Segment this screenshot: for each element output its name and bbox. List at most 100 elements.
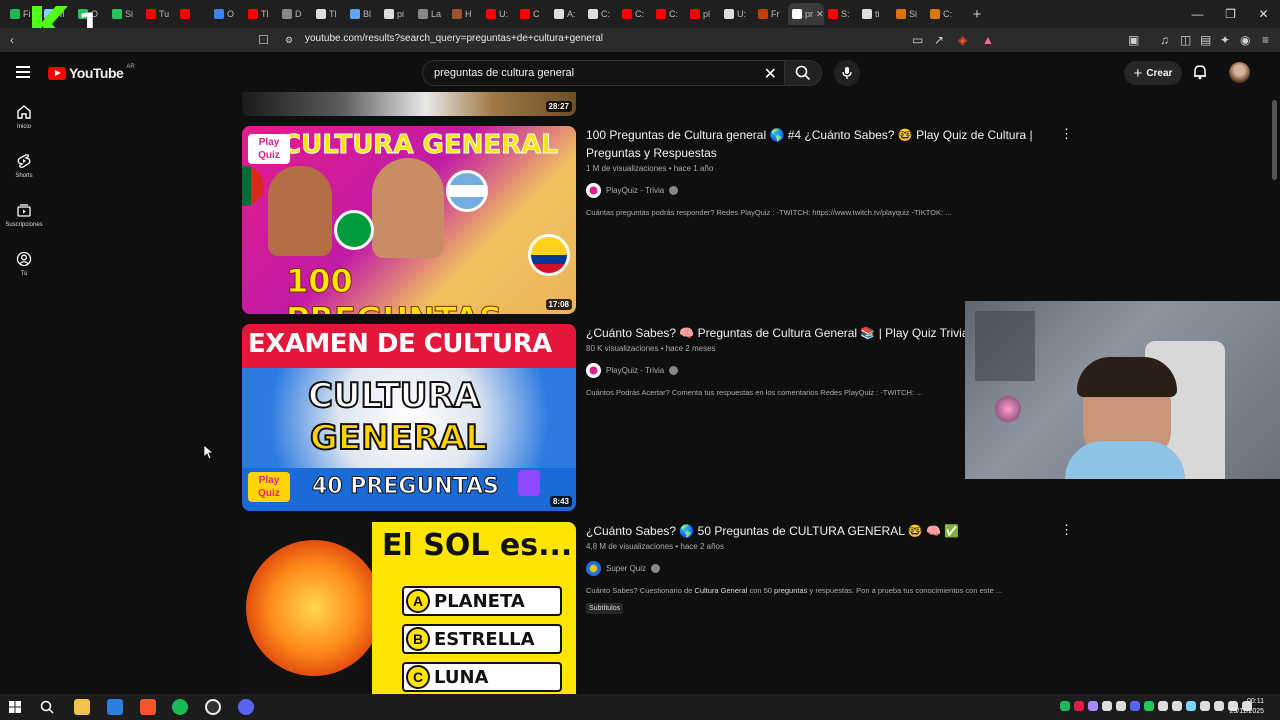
browser-tab[interactable]: C: [618,3,652,25]
hamburger-menu-icon[interactable] [16,66,30,78]
tray-app-icon[interactable] [1116,701,1126,711]
notifications-bell-icon[interactable] [1192,64,1208,80]
video-thumbnail[interactable]: El SOL es... A PLANETA B ESTRELLA C LUNA [242,522,576,694]
browser-tab[interactable]: O [210,3,244,25]
cast-icon[interactable]: ▭ [912,33,923,47]
brave-shield-icon[interactable]: ◈ [958,33,967,47]
tray-app-icon[interactable] [1214,701,1224,711]
voice-search-button[interactable] [834,60,860,86]
new-tab-button[interactable]: + [966,6,988,23]
more-options-icon[interactable]: ⋮ [1060,126,1073,142]
leo-icon[interactable]: ✦ [1220,33,1230,47]
tray-app-icon[interactable] [1172,701,1182,711]
music-icon[interactable]: ♫ [1160,33,1169,47]
tray-app-icon[interactable] [1200,701,1210,711]
video-title[interactable]: ¿Cuánto Sabes? 🌎 50 Preguntas de CULTURA… [586,522,1036,540]
account-avatar[interactable] [1229,62,1250,83]
spotify-icon[interactable] [172,699,188,715]
minimize-button[interactable]: — [1181,0,1214,28]
browser-tab[interactable]: D [278,3,312,25]
youtube-logo[interactable]: YouTube AR [48,64,135,81]
video-thumbnail[interactable]: CULTURA GENERAL Play Quiz 100 PREGUNTAS … [242,126,576,314]
tray-app-icon[interactable] [1074,701,1084,711]
store-icon[interactable] [107,699,123,715]
browser-tab[interactable]: Si [108,3,142,25]
file-explorer-icon[interactable] [74,699,90,715]
video-title[interactable]: 100 Preguntas de Cultura general 🌎 #4 ¿C… [586,126,1036,162]
obs-icon[interactable] [205,699,221,715]
back-icon[interactable]: ‹ [10,33,14,47]
browser-tab[interactable]: U: [720,3,754,25]
browser-tab[interactable]: Tl [312,3,346,25]
bookmark-icon[interactable]: ☐ [258,33,269,47]
play-quiz-badge: Play Quiz [248,472,290,502]
channel-row[interactable]: Super Quiz [586,561,1036,576]
channel-row[interactable]: PlayQuiz - Trivia [586,183,1036,198]
url-text[interactable]: youtube.com/results?search_query=pregunt… [305,33,603,44]
create-button[interactable]: + Crear [1124,61,1182,85]
scrollbar-thumb[interactable] [1272,100,1277,180]
channel-avatar[interactable] [586,561,601,576]
channel-name[interactable]: PlayQuiz - Trivia [606,186,664,195]
video-thumbnail[interactable]: 28:27 [242,92,576,116]
tab-favicon-icon [896,9,906,19]
browser-tab[interactable]: Tl [244,3,278,25]
browser-tab[interactable]: pi [380,3,414,25]
sidebar-item-inicio[interactable]: Inicio [0,92,48,141]
browser-tab[interactable]: C: [926,3,960,25]
share-icon[interactable]: ↗ [934,33,944,47]
tray-app-icon[interactable] [1186,701,1196,711]
browser-tab[interactable]: A: [550,3,584,25]
tray-app-icon[interactable] [1130,701,1140,711]
clear-search-icon[interactable]: ✕ [764,64,777,84]
browser-tab[interactable]: pl [686,3,720,25]
browser-tab[interactable]: C: [652,3,686,25]
browser-tab[interactable]: La [414,3,448,25]
clock[interactable]: 00:11 23/11/2025 [1229,697,1264,717]
browser-tab[interactable]: C: [584,3,618,25]
search-input[interactable]: preguntas de cultura general ✕ [422,60,788,86]
vpn-icon[interactable]: ◉ [1240,33,1250,47]
close-tab-icon[interactable]: ✕ [816,9,824,20]
channel-name[interactable]: PlayQuiz - Trivia [606,366,664,375]
tray-app-icon[interactable] [1144,701,1154,711]
video-thumbnail[interactable]: EXAMEN DE CULTURA CULTURA GENERAL Play Q… [242,324,576,511]
sidebar-item-tu[interactable]: Tú [0,239,48,288]
channel-avatar[interactable] [586,363,601,378]
browser-tab[interactable]: pr ✕ [788,3,824,25]
search-button[interactable] [784,60,822,86]
browser-tab[interactable]: Bl [346,3,380,25]
channel-name[interactable]: Super Quiz [606,564,646,573]
browser-tab[interactable] [176,3,210,25]
menu-icon[interactable]: ≡ [1262,33,1269,47]
sidebar-toggle-icon[interactable]: ▣ [1128,33,1139,47]
channel-avatar[interactable] [586,183,601,198]
sidebar-item-shorts[interactable]: Shorts [0,141,48,190]
video-description: Cuánto Sabes? Cuestionario de Cultura Ge… [586,586,1036,595]
maximize-button[interactable]: ❐ [1214,0,1247,28]
more-options-icon[interactable]: ⋮ [1060,522,1073,538]
browser-tab[interactable]: U: [482,3,516,25]
browser-tab[interactable]: ti [858,3,892,25]
browser-tab[interactable]: C [516,3,550,25]
browser-tab[interactable]: Tu [142,3,176,25]
wallet-icon[interactable]: ▤ [1200,33,1211,47]
tray-app-icon[interactable] [1060,701,1070,711]
site-info-icon[interactable]: ⚙ [285,35,293,46]
discord-icon[interactable] [238,699,254,715]
sidebar-item-suscripciones[interactable]: Suscripciones [0,190,48,239]
close-window-button[interactable]: ✕ [1247,0,1280,28]
taskbar-search-icon[interactable] [40,700,54,714]
tray-app-icon[interactable] [1102,701,1112,711]
browser-tab[interactable]: H [448,3,482,25]
windows-start-icon[interactable] [9,701,21,713]
brave-browser-icon[interactable] [140,699,156,715]
browser-tab[interactable]: Si [892,3,926,25]
rewards-icon[interactable]: ▲ [982,33,994,47]
tray-app-icon[interactable] [1158,701,1168,711]
browser-tab[interactable]: S: [824,3,858,25]
browser-tab[interactable]: Fr [754,3,788,25]
tray-app-icon[interactable] [1088,701,1098,711]
windows-taskbar: 00:11 23/11/2025 [0,694,1280,720]
reader-icon[interactable]: ◫ [1180,33,1191,47]
